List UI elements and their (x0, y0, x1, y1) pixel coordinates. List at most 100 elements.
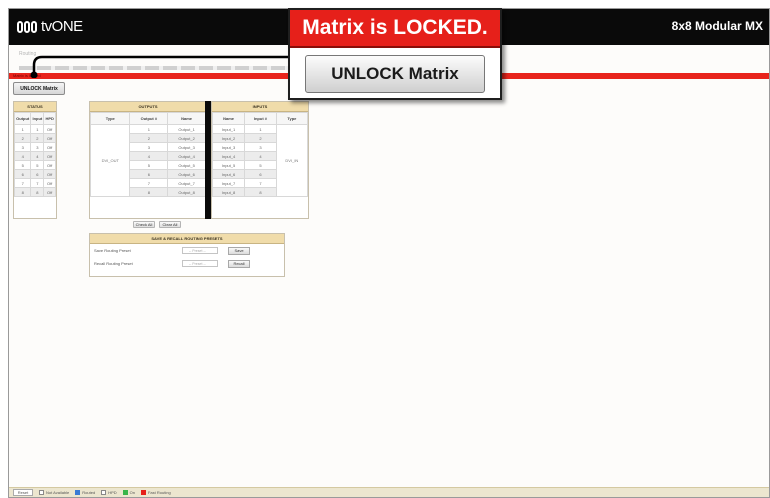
output-name: Output_6 (167, 169, 206, 179)
status-input: 1 (30, 124, 45, 134)
output-number: 5 (129, 160, 169, 170)
inputs-table: Name Input # Type Input_1 1 DVI_IN Input_2… (211, 112, 309, 197)
table-row: 4 4 Off (13, 151, 56, 161)
recall-preset-row: Recall Routing Preset -- Preset -- Recal… (90, 257, 284, 270)
outputs-col-name: Name (167, 112, 206, 125)
legend-swatch (39, 490, 44, 495)
input-name: Input_3 (211, 142, 246, 152)
legend-item: Not Available (39, 490, 69, 495)
status-hpd: Off (43, 178, 56, 188)
legend-swatch (140, 490, 146, 495)
status-output: 1 (13, 124, 32, 134)
status-col-output: Output (13, 112, 32, 125)
footer-bar: Reset Not Available Routed HPD On Fast R… (9, 487, 769, 497)
legend-label: On (129, 490, 135, 495)
output-name: Output_4 (167, 151, 206, 161)
table-row: 7 7 Off (13, 178, 56, 188)
status-heading: STATUS (14, 102, 56, 112)
lock-callout: Matrix is LOCKED. UNLOCK Matrix (288, 8, 502, 100)
callout-pointer (30, 55, 288, 78)
inputs-col-name: Name (211, 112, 246, 125)
status-output: 5 (13, 160, 32, 170)
legend-label: HPD (108, 490, 117, 495)
status-input: 6 (30, 169, 45, 179)
recall-preset-select[interactable]: -- Preset -- (182, 260, 218, 267)
input-name: Input_5 (211, 160, 246, 170)
save-preset-label: Save Routing Preset (94, 248, 131, 253)
inputs-heading: INPUTS (212, 102, 308, 112)
input-number: 2 (244, 133, 277, 143)
legend-label: Fast Routing (147, 490, 171, 495)
save-preset-button[interactable]: Save (228, 246, 250, 255)
input-number: 7 (244, 178, 277, 188)
legend-swatch (101, 490, 107, 495)
save-preset-select[interactable]: -- Preset -- (182, 247, 218, 254)
output-number: 1 (129, 124, 169, 134)
output-name: Output_3 (167, 142, 206, 152)
status-output: 2 (13, 133, 32, 143)
legend-item: Routed (75, 490, 95, 495)
table-row[interactable]: DVI_OUT 1 Output_1 (89, 124, 206, 197)
legend-swatch (122, 490, 128, 495)
output-name: Output_7 (167, 178, 206, 188)
brand-logo: tvONE (17, 18, 83, 35)
presets-panel: SAVE & RECALL ROUTING PRESETS Save Routi… (89, 233, 285, 277)
input-number: 1 (244, 124, 277, 134)
input-name: Input_1 (211, 124, 246, 134)
check-all-button[interactable]: Check All (133, 221, 155, 228)
input-type: DVI_IN (275, 124, 309, 197)
table-row: 3 3 Off (13, 142, 56, 152)
product-title: 8x8 Modular MX (671, 19, 763, 33)
table-row: 5 5 Off (13, 160, 56, 170)
status-output: 7 (13, 178, 32, 188)
input-name: Input_7 (211, 178, 246, 188)
output-number: 2 (129, 133, 169, 143)
status-input: 4 (30, 151, 45, 161)
input-number: 5 (244, 160, 277, 170)
outputs-col-type: Type (89, 112, 131, 125)
callout-unlock-button[interactable]: UNLOCK Matrix (305, 55, 485, 93)
output-name: Output_2 (167, 133, 206, 143)
status-output: 6 (13, 169, 32, 179)
recall-preset-label: Recall Routing Preset (94, 261, 133, 266)
output-number: 4 (129, 151, 169, 161)
status-hpd: Off (43, 187, 56, 197)
status-output: 4 (13, 151, 32, 161)
legend-item: Fast Routing (140, 490, 171, 495)
status-input: 3 (30, 142, 45, 152)
input-number: 4 (244, 151, 277, 161)
status-col-input: Input (30, 112, 45, 125)
table-row: 2 2 Off (13, 133, 56, 143)
status-hpd: Off (43, 151, 56, 161)
input-name: Input_8 (211, 187, 246, 197)
legend-label: Routed (82, 490, 96, 495)
legend-label: Not Available (46, 490, 70, 495)
legend-item: HPD (101, 490, 117, 495)
output-number: 3 (129, 142, 169, 152)
reset-button[interactable]: Reset (13, 489, 33, 496)
clear-all-button[interactable]: Clear All (159, 221, 181, 228)
input-number: 6 (244, 169, 277, 179)
recall-preset-button[interactable]: Recall (228, 259, 250, 268)
status-hpd: Off (43, 124, 56, 134)
status-input: 8 (30, 187, 45, 197)
status-panel: STATUS Output Input HPD 1 1 Off 2 2 Off 3 3 Of… (13, 101, 57, 219)
outputs-heading: OUTPUTS (90, 102, 206, 112)
output-name: Output_1 (167, 124, 206, 134)
table-row[interactable]: Input_1 1 DVI_IN (211, 124, 309, 197)
output-number: 7 (129, 178, 169, 188)
unlock-matrix-button[interactable]: UNLOCK Matrix (13, 82, 65, 95)
outputs-panel: OUTPUTS Type Output # Name DVI_OUT 1 Outpu… (89, 101, 207, 219)
status-input: 2 (30, 133, 45, 143)
outputs-table: Type Output # Name DVI_OUT 1 Output_1 2 Out… (89, 112, 206, 197)
save-preset-row: Save Routing Preset -- Preset -- Save (90, 244, 284, 257)
table-row: 8 8 Off (13, 187, 56, 197)
inputs-col-number: Input # (244, 112, 277, 125)
table-row: 6 6 Off (13, 169, 56, 179)
input-number: 8 (244, 187, 277, 197)
status-table: Output Input HPD 1 1 Off 2 2 Off 3 3 Off 4 4 Off… (13, 112, 56, 197)
output-name: Output_8 (167, 187, 206, 197)
presets-heading: SAVE & RECALL ROUTING PRESETS (90, 234, 284, 244)
status-hpd: Off (43, 133, 56, 143)
input-name: Input_2 (211, 133, 246, 143)
